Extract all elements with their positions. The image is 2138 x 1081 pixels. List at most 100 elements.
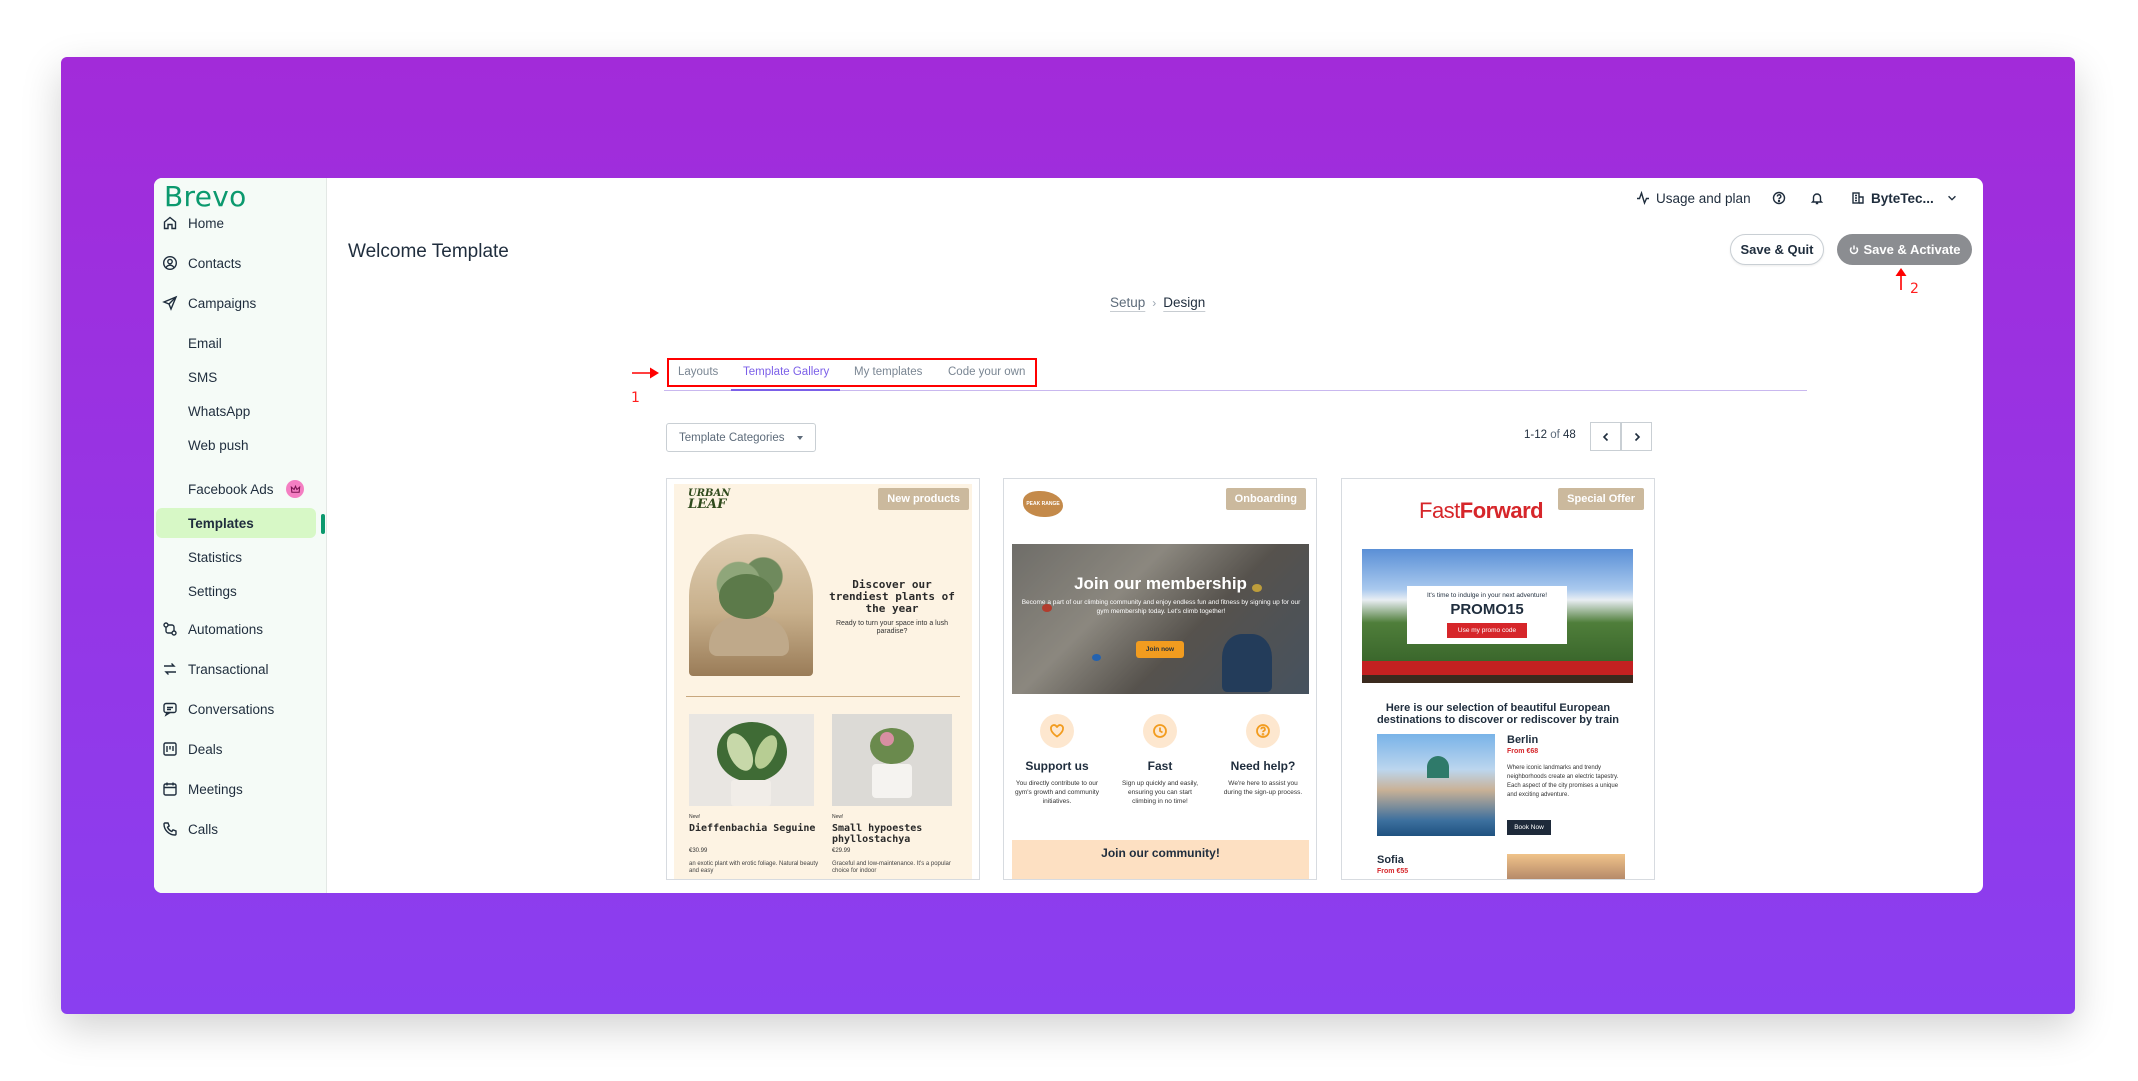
template-preview: URBAN LEAF Discover our trendiest plants… [674,484,972,879]
product-name: Dieffenbachia Seguine [689,823,816,834]
activity-icon [1637,191,1649,205]
sidebar-item-calls[interactable]: Calls [162,817,218,841]
sidebar-item-automations[interactable]: Automations [162,617,263,641]
active-item-indicator [321,514,325,534]
breadcrumb-design: Design [1163,295,1206,310]
product-new-label: New! [689,814,701,820]
feature-title: Support us [1025,759,1089,773]
sidebar-item-transactional[interactable]: Transactional [162,657,269,681]
sidebar-item-home[interactable]: Home [162,211,224,235]
deals-icon [163,742,177,756]
brevo-logo[interactable]: Brevo [164,180,247,213]
feature-text: You directly contribute to our gym's gro… [1015,780,1099,805]
community-title: Join our community! [1101,846,1220,860]
active-tab-underline [731,389,840,391]
sidebar-item-campaigns[interactable]: Campaigns [162,291,256,315]
account-name: ByteTec... [1871,190,1934,206]
sidebar-sub-email[interactable]: Email [188,331,222,355]
sidebar: Brevo Home Contacts Campaigns Email SMS … [154,178,327,893]
bell-icon [1810,193,1824,205]
annotation-number-1: 1 [631,390,640,406]
sidebar-sub-facebook-ads[interactable]: Facebook Ads [188,477,274,501]
crown-icon [286,480,304,498]
save-and-activate-button[interactable]: Save & Activate [1837,234,1972,265]
dieffenbachia-image [689,714,814,806]
heart-icon [1040,714,1074,748]
climbing-hero-image [1012,544,1309,694]
chevron-left-icon [1602,432,1608,441]
dropdown-label: Template Categories [679,431,785,444]
product-new-label: New! [832,814,844,820]
sidebar-item-meetings[interactable]: Meetings [162,777,243,801]
sidebar-sub-statistics[interactable]: Statistics [188,545,242,569]
caret-down-icon [797,436,803,440]
annotation-arrow-right [632,367,659,379]
sidebar-sub-whatsapp[interactable]: WhatsApp [188,399,250,423]
sidebar-sub-web-push[interactable]: Web push [188,433,249,457]
annotation-highlight-box [667,358,1037,387]
sidebar-item-deals[interactable]: Deals [162,737,223,761]
sidebar-item-label: Home [188,215,225,231]
city-name: Sofia [1377,854,1404,866]
urban-leaf-logo: URBAN LEAF [688,489,730,512]
contacts-icon [162,255,178,271]
sidebar-sub-templates[interactable]: Templates [188,511,254,535]
join-now-button: Join now [1136,641,1184,658]
logo-part-a: Fast [1419,498,1460,523]
help-button[interactable] [1772,187,1792,209]
plant-chair-image [689,534,813,676]
pagination-count: 1-12 of 48 [1524,429,1576,441]
transactional-icon [164,663,176,675]
breadcrumb-setup[interactable]: Setup [1110,295,1145,310]
template-card-fast-forward[interactable]: FastForward It's time to indulge in your… [1341,478,1655,880]
chevron-right-icon [1634,432,1640,441]
city-name: Berlin [1507,734,1539,746]
clock-icon [1143,714,1177,748]
chat-icon [163,702,177,717]
chevron-down-icon [1947,195,1956,201]
sidebar-item-conversations[interactable]: Conversations [162,697,274,721]
pagination-range: 1-12 [1524,429,1548,441]
card-subline: Ready to turn your space into a lush par… [835,620,949,635]
sidebar-item-label: Contacts [188,255,242,271]
feature-text: Sign up quickly and easily, ensuring you… [1121,780,1199,805]
promo-line: It's time to indulge in your next advent… [1426,592,1548,599]
berlin-image [1377,734,1495,836]
template-preview: PEAK RANGE Join our membership Become a … [1011,484,1309,879]
help-icon [1772,191,1786,205]
usage-and-plan-link[interactable]: Usage and plan [1636,187,1751,209]
save-and-quit-button[interactable]: Save & Quit [1730,234,1824,265]
sidebar-sub-settings[interactable]: Settings [188,579,237,603]
save-and-activate-label: Save & Activate [1863,242,1961,257]
sidebar-item-label: Meetings [188,781,243,797]
annotation-number-2: 2 [1910,281,1919,297]
sidebar-sub-sms[interactable]: SMS [188,365,217,389]
promo-code: PROMO15 [1450,601,1524,618]
app-window: Brevo Home Contacts Campaigns Email SMS … [154,178,1983,893]
account-menu[interactable]: ByteTec... [1851,187,1958,209]
notifications-button[interactable] [1810,187,1830,209]
template-card-urban-leaf[interactable]: URBAN LEAF Discover our trendiest plants… [666,478,980,880]
product-price: €30.99 [689,848,708,854]
fast-forward-logo: FastForward [1419,498,1544,524]
promo-button: Use my promo code [1447,623,1527,638]
hypoestes-image [832,714,952,806]
feature-title: Fast [1147,759,1173,773]
hero-title: Join our membership [1074,574,1247,593]
feature-text: We're here to assist you during the sign… [1223,780,1303,796]
city-description: Where iconic landmarks and trendy neighb… [1507,765,1619,798]
next-page-button[interactable] [1621,422,1652,451]
template-card-peak-range[interactable]: PEAK RANGE Join our membership Become a … [1003,478,1317,880]
chevron-right-icon: › [1152,295,1157,310]
divider [686,696,960,697]
category-tag: Onboarding [1225,488,1306,510]
usage-label: Usage and plan [1656,190,1751,206]
sidebar-item-contacts[interactable]: Contacts [162,251,241,275]
template-categories-dropdown[interactable]: Template Categories [666,423,816,452]
previous-page-button[interactable] [1590,422,1621,451]
question-icon [1246,714,1280,748]
product-name: Small hypoestes phyllostachya [832,823,923,845]
card-headline: Discover our trendiest plants of the yea… [829,578,955,615]
hero-text: Become a part of our climbing community … [1021,599,1301,615]
pagination-total: 48 [1563,429,1576,441]
